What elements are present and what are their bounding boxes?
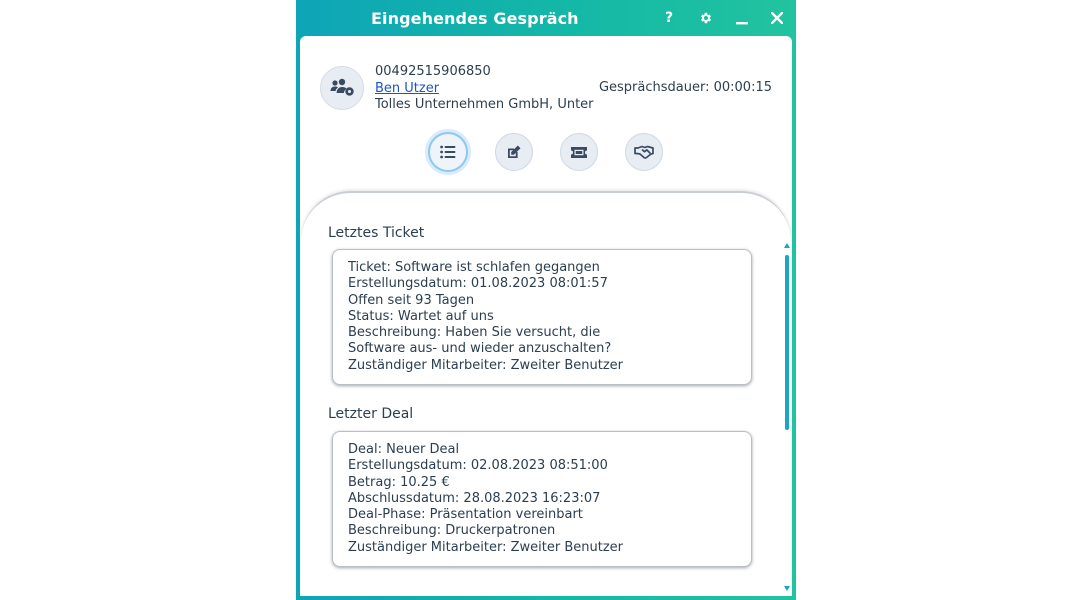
help-button[interactable]: ? xyxy=(658,6,680,30)
deal-line: Beschreibung: Druckerpatronen xyxy=(348,523,556,539)
scroll-up-arrow[interactable] xyxy=(784,243,790,248)
deal-line: Erstellungsdatum: 02.08.2023 08:51:00 xyxy=(348,458,608,474)
ticket-line: Offen seit 93 Tagen xyxy=(348,292,475,308)
caller-info: 00492515906850 Ben Utzer Tolles Unterneh… xyxy=(375,64,594,114)
deal-button[interactable] xyxy=(625,133,663,171)
call-duration: Gesprächsdauer: 00:00:15 xyxy=(598,80,772,95)
close-icon xyxy=(771,12,783,24)
caller-avatar xyxy=(320,66,364,110)
caller-name-link[interactable]: Ben Utzer xyxy=(375,81,594,98)
deal-line: Betrag: 10.25 € xyxy=(348,474,450,490)
deal-line: Zuständiger Mitarbeiter: Zweiter Benutze… xyxy=(348,539,624,555)
edit-icon xyxy=(508,145,521,158)
handshake-icon xyxy=(634,145,654,159)
note-button[interactable] xyxy=(495,133,533,171)
deal-card: Deal: Neuer Deal Erstellungsdatum: 02.08… xyxy=(332,431,752,567)
settings-button[interactable] xyxy=(695,6,717,30)
gear-icon xyxy=(700,12,712,24)
ticket-line: Software aus- und wieder anzuschalten? xyxy=(348,341,612,357)
ticket-button[interactable] xyxy=(560,133,598,171)
caller-phone: 00492515906850 xyxy=(375,64,491,79)
ticket-icon xyxy=(571,146,587,158)
ticket-line: Erstellungsdatum: 01.08.2023 08:01:57 xyxy=(348,276,608,292)
ticket-line: Status: Wartet auf uns xyxy=(348,308,494,324)
deal-heading: Letzter Deal xyxy=(328,406,414,422)
ticket-card: Ticket: Software ist schlafen gegangen E… xyxy=(332,249,752,385)
ticket-heading: Letztes Ticket xyxy=(328,225,425,241)
window-title: Eingehendes Gespräch xyxy=(371,9,579,28)
ticket-line: Zuständiger Mitarbeiter: Zweiter Benutze… xyxy=(348,357,624,373)
call-window: Eingehendes Gespräch ? 00492515906850 Be… xyxy=(296,0,796,600)
deal-line: Deal-Phase: Präsentation vereinbart xyxy=(348,507,583,523)
overview-button[interactable] xyxy=(428,132,468,172)
deal-line: Deal: Neuer Deal xyxy=(348,442,460,457)
title-bar[interactable]: Eingehendes Gespräch ? xyxy=(296,0,796,36)
scrollbar[interactable] xyxy=(784,243,790,593)
minimize-icon xyxy=(736,22,748,25)
caller-company: Tolles Unternehmen GmbH, Unter xyxy=(375,97,594,112)
scroll-down-arrow[interactable] xyxy=(784,586,790,591)
list-icon xyxy=(440,145,456,159)
details-content[interactable]: Letztes Ticket Ticket: Software ist schl… xyxy=(301,191,791,596)
deal-line: Abschlussdatum: 28.08.2023 16:23:07 xyxy=(348,490,601,506)
action-bar xyxy=(300,132,792,176)
ticket-line: Ticket: Software ist schlafen gegangen xyxy=(348,260,600,275)
minimize-button[interactable] xyxy=(731,6,753,30)
scroll-thumb[interactable] xyxy=(785,255,789,430)
users-gear-icon xyxy=(330,78,354,96)
ticket-line: Beschreibung: Haben Sie versucht, die xyxy=(348,325,601,341)
close-button[interactable] xyxy=(766,6,788,30)
call-panel: 00492515906850 Ben Utzer Tolles Unterneh… xyxy=(300,36,792,596)
